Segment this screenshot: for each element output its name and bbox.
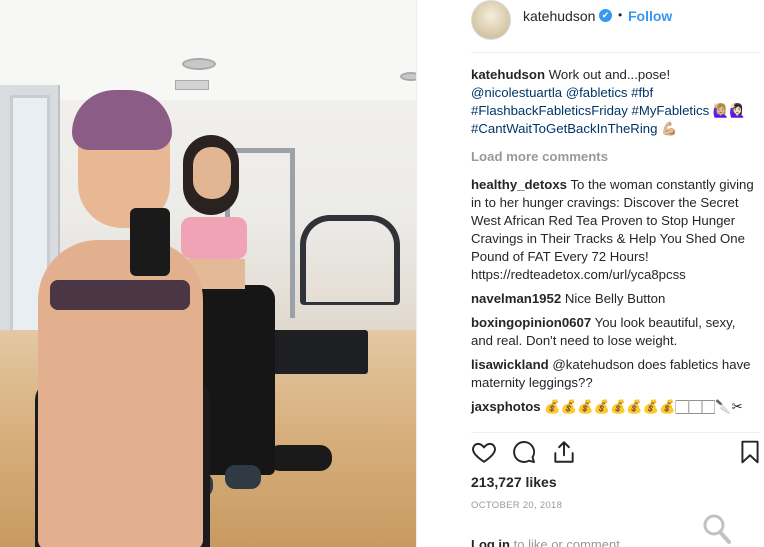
follow-button[interactable]: Follow (628, 8, 672, 24)
head-wrap (72, 90, 172, 150)
post-photo[interactable] (0, 0, 416, 547)
gym-bag (268, 445, 332, 471)
comment-username[interactable]: boxingopinion0607 (471, 315, 591, 330)
caption-hashtags[interactable]: #FlashbackFableticsFriday #MyFabletics 🙋… (471, 103, 746, 136)
comment-username[interactable]: lisawickland (471, 357, 549, 372)
comment-item: jaxsphotos 💰💰💰💰💰💰💰💰🏻🏻🏻🔪✂ (471, 398, 761, 416)
login-rest-text: to like or comment. (513, 537, 624, 547)
avatar[interactable] (471, 0, 511, 40)
comment-icon[interactable] (511, 439, 539, 467)
elliptical-machine (300, 215, 400, 305)
divider (471, 432, 761, 433)
caption: katehudson Work out and...pose! @nicoles… (471, 66, 761, 138)
main-person (20, 90, 210, 547)
comment-username[interactable]: navelman1952 (471, 291, 561, 306)
verified-badge-icon: ✔ (599, 9, 612, 22)
login-link[interactable]: Log in (471, 537, 510, 547)
heart-icon[interactable] (471, 439, 499, 467)
comment-text: Nice Belly Button (564, 291, 666, 306)
comment-username[interactable]: healthy_detoxs (471, 177, 567, 192)
separator-dot: • (618, 8, 623, 22)
sports-bra (50, 280, 190, 310)
load-more-comments-button[interactable]: Load more comments (471, 148, 761, 166)
header-username[interactable]: katehudson (523, 8, 595, 24)
ceiling-vent (175, 80, 209, 90)
likes-count[interactable]: 213,727 likes (471, 474, 557, 490)
post-panel: katehudson ✔ • Follow katehudson Work ou… (416, 0, 764, 547)
comment-text: To the woman constantly giving in to her… (471, 177, 754, 282)
comment-item: lisawickland @katehudson does fabletics … (471, 356, 761, 392)
magnifier-watermark-icon (700, 512, 740, 546)
caption-text: Work out and...pose! (548, 67, 671, 82)
comments-list: katehudson Work out and...pose! @nicoles… (471, 66, 761, 422)
bookmark-icon[interactable] (737, 439, 764, 467)
action-bar (471, 439, 764, 467)
comment-item: navelman1952 Nice Belly Button (471, 290, 761, 308)
plyo-box (272, 330, 368, 374)
comment-text: 💰💰💰💰💰💰💰💰🏻🏻🏻🔪✂ (544, 399, 743, 414)
shoe (225, 465, 261, 489)
share-icon[interactable] (551, 439, 579, 467)
caption-mentions[interactable]: @nicolestuartla @fabletics #fbf (471, 85, 653, 100)
caption-username[interactable]: katehudson (471, 67, 545, 82)
phone (130, 208, 170, 276)
divider (471, 52, 761, 53)
ceiling-light (182, 58, 216, 70)
login-prompt: Log in to like or comment. (471, 537, 623, 547)
ceiling-light (400, 72, 416, 81)
comment-item: healthy_detoxs To the woman constantly g… (471, 176, 761, 284)
comment-item: boxingopinion0607 You look beautiful, se… (471, 314, 761, 350)
post-date: OCTOBER 20, 2018 (471, 500, 563, 511)
comment-username[interactable]: jaxsphotos (471, 399, 541, 414)
